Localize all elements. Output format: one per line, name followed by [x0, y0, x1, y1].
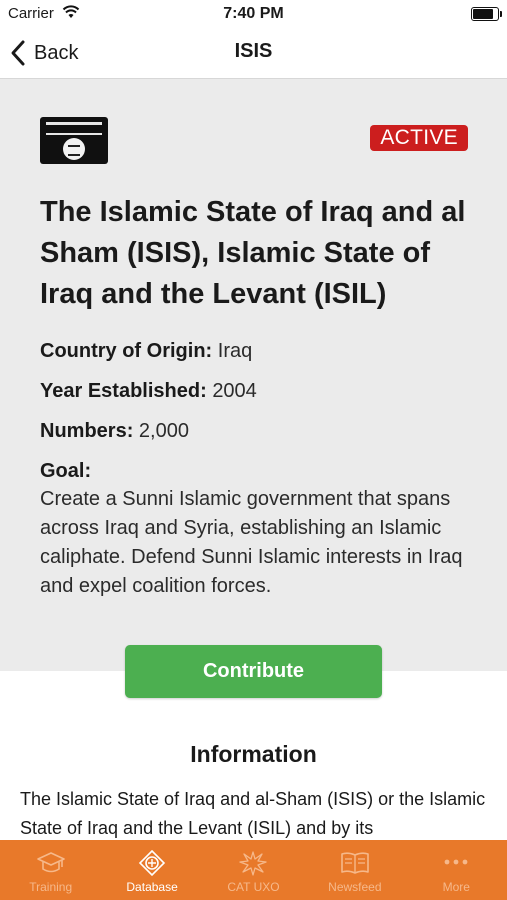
- status-badge: ACTIVE: [370, 125, 468, 151]
- group-flag-image: [40, 117, 108, 164]
- database-icon: [138, 850, 166, 876]
- country-value: Iraq: [217, 340, 253, 362]
- explosion-icon: [239, 851, 268, 876]
- battery-icon: [471, 7, 502, 21]
- tab-more-label: More: [442, 880, 470, 894]
- group-name: The Islamic State of Iraq and al Sham (I…: [40, 196, 466, 310]
- tab-cat-uxo[interactable]: CAT UXO: [203, 840, 304, 900]
- country-of-origin-row: Country of Origin: Iraq: [40, 337, 470, 377]
- more-dots-icon: [444, 859, 468, 865]
- flag-seal: [63, 138, 85, 160]
- goal-label: Goal:: [40, 460, 92, 482]
- numbers-value: 2,000: [138, 420, 189, 442]
- country-label: Country of Origin:: [40, 340, 213, 362]
- numbers-row: Numbers: 2,000: [40, 417, 470, 457]
- year-value: 2004: [212, 380, 257, 402]
- year-label: Year Established:: [40, 380, 207, 402]
- tab-training[interactable]: Training: [0, 840, 101, 900]
- tab-cat-uxo-label: CAT UXO: [227, 880, 280, 894]
- tab-newsfeed[interactable]: Newsfeed: [304, 840, 405, 900]
- book-icon: [341, 852, 369, 874]
- battery-level: [473, 9, 493, 19]
- numbers-label: Numbers:: [40, 420, 134, 442]
- flag-script-band: [46, 122, 102, 135]
- group-detail-panel: ACTIVE The Islamic State of Iraq and al …: [0, 79, 507, 671]
- tab-bar: Training Database CAT UXO Newsfeed More: [0, 840, 507, 900]
- tab-more[interactable]: More: [406, 840, 507, 900]
- contribute-button[interactable]: Contribute: [125, 645, 382, 698]
- tab-database-label: Database: [126, 880, 178, 894]
- status-bar: Carrier 7:40 PM: [0, 0, 507, 28]
- year-established-row: Year Established: 2004: [40, 377, 470, 417]
- group-facts: Country of Origin: Iraq Year Established…: [40, 337, 470, 601]
- tab-database[interactable]: Database: [101, 840, 202, 900]
- navigation-bar: Back ISIS: [0, 28, 507, 79]
- graduation-cap-icon: [36, 852, 65, 873]
- page-title: ISIS: [234, 40, 273, 62]
- information-body: The Islamic State of Iraq and al-Sham (I…: [20, 789, 486, 838]
- tab-newsfeed-label: Newsfeed: [328, 880, 382, 894]
- tab-training-label: Training: [29, 880, 73, 894]
- goal-text: Create a Sunni Islamic government that s…: [40, 488, 463, 597]
- information-heading: Information: [190, 741, 317, 767]
- clock: 7:40 PM: [223, 5, 284, 22]
